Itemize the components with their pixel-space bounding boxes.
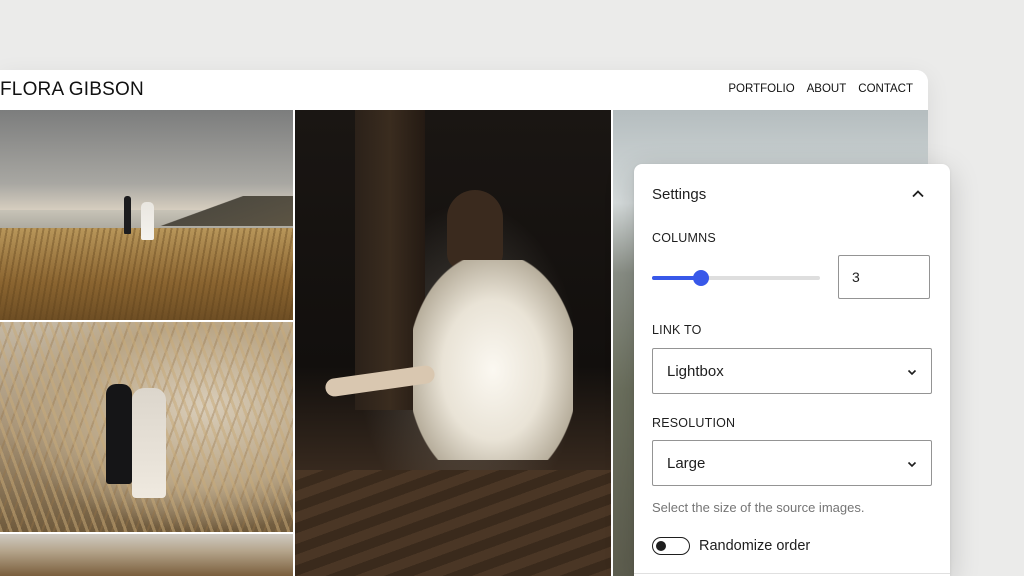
gallery-photo-bride-dark-room[interactable]: [295, 110, 611, 576]
settings-panel: Settings COLUMNS LINK TO Lightbox RESOLU…: [634, 164, 950, 576]
settings-heading: Settings: [652, 186, 707, 203]
nav-contact[interactable]: CONTACT: [858, 83, 913, 95]
link-to-select[interactable]: Lightbox: [652, 348, 932, 394]
link-to-value: Lightbox: [667, 363, 724, 380]
gallery-photo-rocky-coast[interactable]: [0, 534, 293, 576]
photo-bride-hair: [447, 190, 503, 270]
photo-bride: [141, 202, 154, 240]
resolution-label: RESOLUTION: [652, 416, 736, 430]
columns-label: COLUMNS: [652, 231, 716, 245]
photo-bride: [132, 388, 166, 498]
site-header: FLORA GIBSON PORTFOLIO ABOUT CONTACT: [0, 70, 928, 110]
photo-groom: [124, 196, 131, 234]
nav-portfolio[interactable]: PORTFOLIO: [728, 83, 794, 95]
randomize-order-label: Randomize order: [699, 538, 811, 554]
chevron-down-icon: [907, 461, 917, 468]
link-to-label: LINK TO: [652, 323, 702, 337]
panel-divider: [634, 573, 950, 574]
site-title[interactable]: FLORA GIBSON: [0, 79, 144, 101]
slider-thumb[interactable]: [693, 270, 709, 286]
chevron-up-icon[interactable]: [910, 186, 926, 202]
photo-cliff: [153, 196, 293, 226]
randomize-order-toggle[interactable]: [652, 537, 690, 555]
resolution-help-text: Select the size of the source images.: [652, 500, 865, 515]
photo-dress: [413, 260, 573, 460]
resolution-select[interactable]: Large: [652, 440, 932, 486]
gallery-photo-coastal-couple[interactable]: [0, 110, 293, 320]
site-nav: PORTFOLIO ABOUT CONTACT: [728, 83, 913, 95]
photo-groom: [106, 384, 132, 484]
columns-number-input[interactable]: [838, 255, 930, 299]
photo-grass: [0, 228, 293, 320]
gallery-photo-pampas-couple[interactable]: [0, 322, 293, 532]
toggle-knob: [656, 541, 666, 551]
columns-slider[interactable]: [652, 270, 820, 286]
chevron-down-icon: [907, 369, 917, 376]
photo-floor: [295, 470, 611, 576]
resolution-value: Large: [667, 455, 706, 472]
nav-about[interactable]: ABOUT: [807, 83, 847, 95]
